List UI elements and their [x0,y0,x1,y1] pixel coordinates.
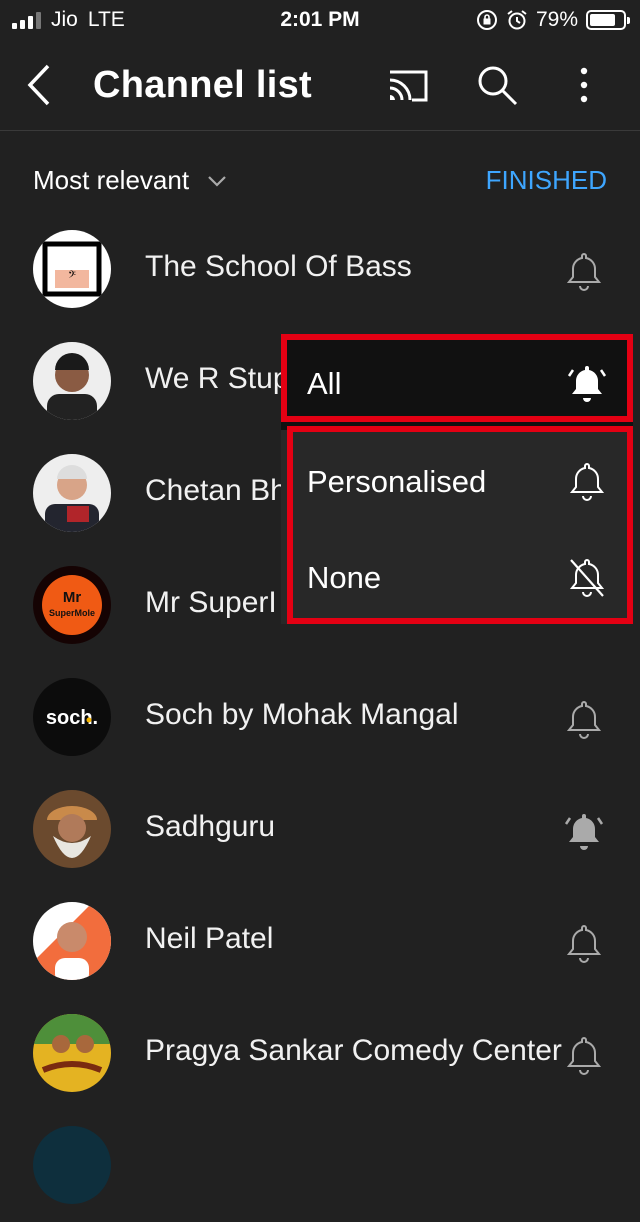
rotation-lock-icon [476,10,497,30]
channel-avatar [33,1126,111,1204]
channel-avatar [33,1014,111,1092]
status-bar: Jio LTE 2:01 PM 79% [0,0,640,40]
channel-name: Pragya Sankar Comedy Center [145,1034,562,1067]
channel-name: Sadhguru [145,810,276,843]
bell-icon[interactable] [564,922,604,964]
channel-avatar: Mr SuperMole [33,566,111,644]
status-right: 79% [476,8,630,32]
svg-text:𝄢: 𝄢 [68,269,76,283]
channel-name: Chetan Bh [145,474,287,507]
channel-row[interactable]: Neil Patel [0,886,640,998]
channel-name: Neil Patel [145,922,274,955]
channel-row-partial[interactable] [0,1110,640,1222]
channel-avatar [33,790,111,868]
sort-label: Most relevant [33,165,190,195]
back-arrow-icon[interactable] [22,62,62,108]
page-title: Channel list [93,64,312,106]
sort-dropdown[interactable]: Most relevant [33,165,227,196]
battery-percent: 79% [535,8,578,31]
bell-icon[interactable] [564,698,604,740]
app-header: Channel list [0,40,640,131]
channel-name: We R Stup [145,362,290,395]
search-icon[interactable] [474,62,520,108]
channel-avatar [33,902,111,980]
bell-ringing-icon[interactable] [564,810,604,852]
channel-row[interactable]: Pragya Sankar Comedy Center [0,998,640,1110]
channel-avatar: soch. [33,678,111,756]
svg-text:Mr: Mr [63,589,81,606]
highlight-box-others [287,426,633,624]
finished-button[interactable]: FINISHED [486,165,607,196]
svg-text:SuperMole: SuperMole [49,608,95,618]
sort-row: Most relevant FINISHED [0,131,640,227]
channel-avatar: 𝄢 [33,230,111,308]
battery-icon [586,10,630,30]
alarm-icon [507,10,527,30]
chevron-down-icon [208,175,226,187]
channel-avatar [33,342,111,420]
channel-avatar [33,454,111,532]
channel-row[interactable]: 𝄢 The School Of Bass [0,214,640,326]
channel-row[interactable]: soch. Soch by Mohak Mangal [0,662,640,774]
bell-icon[interactable] [564,1034,604,1076]
channel-name: Mr SuperI [145,586,277,619]
channel-row[interactable]: Sadhguru [0,774,640,886]
highlight-box-all [281,334,633,422]
channel-name: The School Of Bass [145,250,412,283]
notification-menu: All Personalised None [281,334,633,624]
channel-name: Soch by Mohak Mangal [145,698,459,731]
more-options-icon[interactable] [561,62,607,108]
bell-icon[interactable] [564,250,604,292]
cast-icon[interactable] [385,62,431,108]
